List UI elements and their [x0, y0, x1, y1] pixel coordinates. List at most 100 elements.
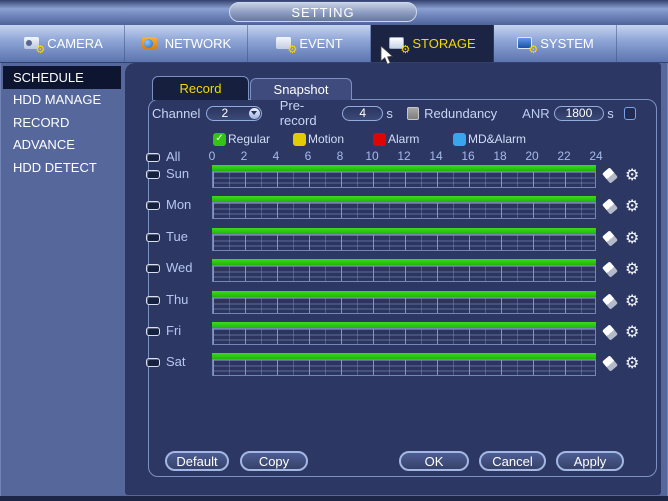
eraser-icon[interactable] — [602, 199, 618, 215]
time-axis-row: All 024681012141618202224 — [125, 149, 661, 164]
schedule-timeline[interactable] — [212, 322, 596, 346]
time-tick-label: 14 — [424, 149, 448, 163]
legend-checkbox[interactable] — [373, 133, 386, 146]
time-tick-label: 16 — [456, 149, 480, 163]
time-tick-label: 22 — [552, 149, 576, 163]
tab-label: CAMERA — [47, 36, 103, 51]
tab-record[interactable]: Record — [152, 76, 249, 100]
schedule-timeline[interactable] — [212, 228, 596, 252]
timeline-grid[interactable] — [212, 234, 596, 251]
eraser-icon[interactable] — [602, 230, 618, 246]
event-icon — [275, 35, 295, 52]
tab-label: NETWORK — [165, 36, 231, 51]
eraser-icon[interactable] — [602, 293, 618, 309]
gear-icon[interactable] — [625, 229, 639, 247]
tab-label: STORAGE — [412, 36, 475, 51]
legend-label: Alarm — [388, 132, 419, 146]
anr-input[interactable]: 1800 — [554, 106, 605, 121]
record-type-legend: Regular Motion Alarm MD&Alarm — [213, 132, 533, 146]
day-toggle[interactable] — [146, 233, 160, 242]
redundancy-checkbox[interactable] — [407, 107, 419, 120]
mouse-cursor — [380, 46, 394, 66]
schedule-row: Sat — [125, 353, 661, 384]
sidebar-item-record[interactable]: RECORD — [3, 111, 121, 134]
check-icon — [215, 134, 223, 144]
controls-row: Channel 2 Pre-record 4 s Redundancy ANR … — [152, 104, 636, 122]
chevron-down-icon[interactable] — [249, 108, 260, 119]
schedule-timeline[interactable] — [212, 165, 596, 189]
tab-event[interactable]: EVENT — [248, 25, 371, 62]
eraser-icon[interactable] — [602, 261, 618, 277]
channel-select[interactable]: 2 — [206, 106, 261, 121]
eraser-icon[interactable] — [602, 167, 618, 183]
gear-icon[interactable] — [625, 292, 639, 310]
sidebar-item-hdd-detect[interactable]: HDD DETECT — [3, 156, 121, 179]
prerecord-unit: s — [386, 106, 393, 121]
sidebar: SCHEDULE HDD MANAGE RECORD ADVANCE HDD D… — [3, 66, 121, 179]
tab-snapshot[interactable]: Snapshot — [250, 78, 352, 100]
timeline-grid[interactable] — [212, 171, 596, 188]
sidebar-item-schedule[interactable]: SCHEDULE — [3, 66, 121, 89]
day-toggle[interactable] — [146, 296, 160, 305]
sidebar-item-advance[interactable]: ADVANCE — [3, 134, 121, 157]
tab-camera[interactable]: CAMERA — [2, 25, 125, 62]
system-icon — [516, 35, 536, 52]
schedule-row: Tue — [125, 228, 661, 259]
day-label: Fri — [166, 323, 181, 338]
timeline-grid[interactable] — [212, 359, 596, 376]
timeline-grid[interactable] — [212, 297, 596, 314]
time-tick-label: 8 — [328, 149, 352, 163]
gear-icon[interactable] — [625, 354, 639, 372]
timeline-grid[interactable] — [212, 265, 596, 282]
eraser-icon[interactable] — [602, 356, 618, 372]
prerecord-label: Pre-record — [280, 98, 337, 128]
time-tick-label: 0 — [200, 149, 224, 163]
timeline-grid[interactable] — [212, 202, 596, 219]
gear-icon[interactable] — [625, 260, 639, 278]
day-toggle[interactable] — [146, 170, 160, 179]
day-toggle[interactable] — [146, 358, 160, 367]
time-axis: 024681012141618202224 — [200, 149, 608, 163]
gear-icon[interactable] — [625, 323, 639, 341]
all-days-toggle[interactable] — [146, 153, 160, 162]
top-tab-bar: CAMERA NETWORK EVENT STORAGE SYSTEM — [0, 25, 668, 63]
day-toggle[interactable] — [146, 264, 160, 273]
legend-checkbox[interactable] — [453, 133, 466, 146]
legend-checkbox[interactable] — [213, 133, 226, 146]
legend-label: MD&Alarm — [468, 132, 526, 146]
window-bottom-edge — [0, 496, 668, 501]
tab-system[interactable]: SYSTEM — [494, 25, 617, 62]
prerecord-input[interactable]: 4 — [342, 106, 383, 121]
anr-unit: s — [607, 106, 614, 121]
gear-icon[interactable] — [625, 166, 639, 184]
schedule-timeline[interactable] — [212, 259, 596, 283]
schedule-rows: Sun Mon — [125, 165, 661, 385]
time-tick-label: 4 — [264, 149, 288, 163]
time-tick-label: 18 — [488, 149, 512, 163]
settings-window: SETTING CAMERA NETWORK EVENT STORAGE SYS… — [0, 0, 668, 501]
schedule-row: Fri — [125, 322, 661, 353]
time-tick-label: 12 — [392, 149, 416, 163]
day-toggle[interactable] — [146, 201, 160, 210]
day-toggle[interactable] — [146, 327, 160, 336]
schedule-timeline[interactable] — [212, 353, 596, 377]
time-tick-label: 24 — [584, 149, 608, 163]
channel-label: Channel — [152, 106, 200, 121]
sidebar-item-hdd-manage[interactable]: HDD MANAGE — [3, 89, 121, 112]
anr-label: ANR — [522, 106, 549, 121]
time-tick-label: 2 — [232, 149, 256, 163]
timeline-grid[interactable] — [212, 328, 596, 345]
day-label: Mon — [166, 197, 191, 212]
legend-checkbox[interactable] — [293, 133, 306, 146]
schedule-timeline[interactable] — [212, 196, 596, 220]
time-tick-label: 20 — [520, 149, 544, 163]
window-title: SETTING — [229, 2, 417, 22]
eraser-icon[interactable] — [602, 324, 618, 340]
anr-checkbox[interactable] — [624, 107, 636, 120]
schedule-timeline[interactable] — [212, 291, 596, 315]
gear-icon[interactable] — [625, 197, 639, 215]
tab-network[interactable]: NETWORK — [125, 25, 248, 62]
schedule-row: Wed — [125, 259, 661, 290]
legend-item: Regular — [213, 132, 293, 146]
day-label: Wed — [166, 260, 193, 275]
